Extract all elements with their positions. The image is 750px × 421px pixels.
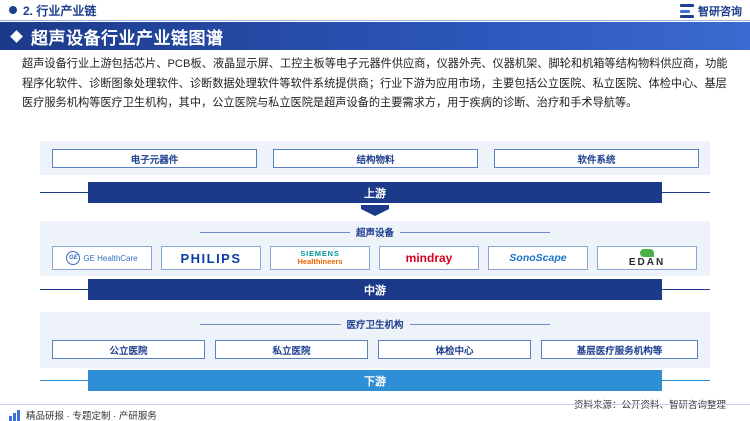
- bullet-dot-icon: [9, 6, 17, 14]
- downstream-item-primary-care: 基层医疗服务机构等: [541, 340, 698, 359]
- ge-healthcare-text: GE HealthCare: [83, 253, 138, 263]
- ge-monogram-icon: GE: [66, 251, 81, 265]
- healthineers-text: Healthineers: [297, 257, 343, 266]
- diamond-icon: [10, 29, 23, 43]
- upstream-item-structural-materials: 结构物料: [273, 149, 478, 168]
- upstream-stage-bar: 上游: [88, 182, 662, 203]
- downstream-item-private-hospital: 私立医院: [215, 340, 368, 359]
- downstream-item-public-hospital: 公立医院: [52, 340, 205, 359]
- section-header: 2. 行业产业链 智研咨询: [0, 0, 750, 20]
- title-banner: 超声设备行业产业链图谱: [0, 22, 750, 50]
- header-divider: [0, 20, 750, 21]
- downstream-group-label: 医疗卫生机构: [346, 320, 404, 331]
- downstream-stage-bar: 下游: [88, 370, 662, 391]
- section-label: 2. 行业产业链: [23, 3, 97, 18]
- downstream-item-physical-exam-center: 体检中心: [378, 340, 531, 359]
- sonoscape-text: SonoScape: [509, 252, 567, 264]
- industry-chain-diagram: 电子元器件 结构物料 软件系统 上游 超声设备 GE GE HealthCare…: [40, 141, 710, 403]
- midstream-group-label: 超声设备: [356, 228, 395, 239]
- brand-mark-icon: [680, 4, 694, 18]
- divider-line: [409, 323, 551, 325]
- divider-line: [400, 231, 551, 233]
- divider-line: [200, 231, 350, 233]
- divider-line: [200, 323, 341, 325]
- upstream-item-software-systems: 软件系统: [494, 149, 699, 168]
- midstream-stage-bar: 中游: [88, 279, 662, 300]
- mindray-logo: mindray: [379, 246, 479, 270]
- brand-logo: 智研咨询: [680, 3, 742, 19]
- bar-chart-icon: [9, 409, 22, 421]
- edan-text: EDAN: [628, 257, 666, 268]
- philips-text: PHILIPS: [180, 250, 242, 266]
- footer-divider: [0, 404, 750, 405]
- siemens-healthineers-logo: SIEMENS Healthineers: [270, 246, 370, 270]
- upstream-item-electronic-components: 电子元器件: [52, 149, 257, 168]
- brand-name: 智研咨询: [698, 6, 742, 18]
- intro-paragraph: 超声设备行业上游包括芯片、PCB板、液晶显示屏、工控主板等电子元器件供应商，仪器…: [22, 58, 728, 110]
- philips-logo: PHILIPS: [161, 246, 261, 270]
- footer-tagline: 精品研报 · 专题定制 · 产研服务: [9, 408, 157, 421]
- edan-leaf-icon: [640, 249, 654, 257]
- mindray-text: mindray: [405, 251, 453, 265]
- footer-tagline-text: 精品研报 · 专题定制 · 产研服务: [26, 411, 157, 421]
- sonoscape-logo: SonoScape: [488, 246, 588, 270]
- edan-logo: EDAN: [597, 246, 697, 270]
- downstream-group-header: 医疗卫生机构: [200, 317, 551, 331]
- down-arrow-icon: [361, 209, 389, 216]
- ge-healthcare-logo: GE GE HealthCare: [52, 246, 152, 270]
- page-title: 超声设备行业产业链图谱: [31, 28, 224, 48]
- midstream-group-header: 超声设备: [200, 225, 551, 239]
